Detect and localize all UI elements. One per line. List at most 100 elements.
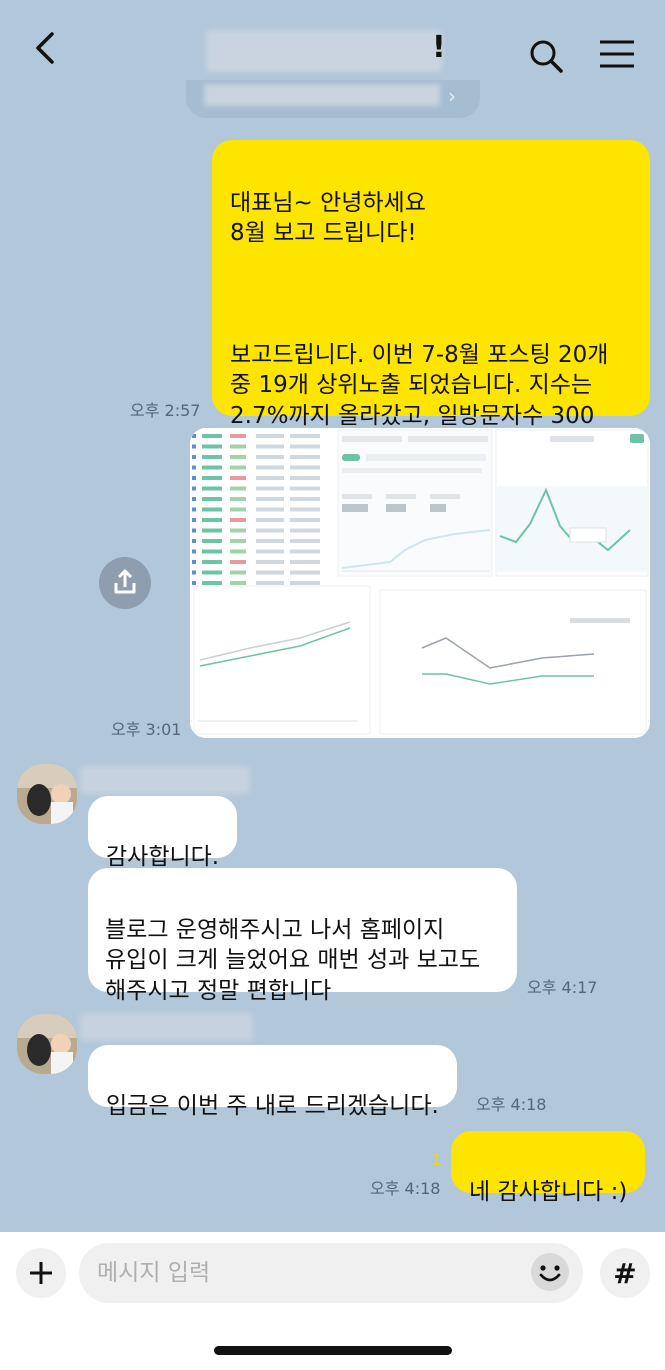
analytics-screenshot-image: [190, 428, 650, 738]
table-cell: [192, 476, 196, 480]
table-cell: [290, 570, 320, 575]
message-input[interactable]: [79, 1243, 583, 1303]
table-cell: [230, 476, 246, 480]
table-cell: [202, 507, 222, 512]
chat-title-suffix: !: [432, 30, 446, 65]
image-attachment[interactable]: [190, 428, 650, 738]
chat-title-redacted: [206, 30, 442, 72]
table-cell: [192, 465, 196, 470]
table-cell: [202, 570, 222, 575]
table-cell: [256, 549, 284, 554]
table-cell: [290, 518, 320, 522]
hamburger-menu-icon: [600, 40, 634, 68]
table-cell: [256, 539, 284, 543]
back-arrow-icon: [36, 32, 54, 64]
table-cell: [192, 518, 196, 522]
plus-icon: [30, 1262, 52, 1284]
table-cell: [230, 444, 246, 449]
table-cell: [290, 581, 320, 585]
table-cell: [230, 581, 246, 585]
table-cell: [230, 570, 246, 575]
received-message-bubble[interactable]: 블로그 운영해주시고 나서 홈페이지 유입이 크게 늘었어요 매번 성과 보고도…: [88, 868, 517, 1004]
share-icon: [114, 569, 136, 594]
message-text: 감사합니다.: [106, 843, 220, 870]
table-cell: [230, 486, 246, 491]
table-cell: [290, 507, 320, 512]
table-cell: [202, 444, 222, 449]
back-button[interactable]: [28, 28, 68, 68]
table-cell: [230, 539, 246, 543]
menu-button[interactable]: [598, 38, 636, 70]
table-cell: [230, 518, 246, 522]
received-message-bubble[interactable]: 입금은 이번 주 내로 드리겠습니다.: [88, 1045, 457, 1119]
table-cell: [192, 528, 196, 533]
received-message-bubble[interactable]: 감사합니다.: [88, 796, 238, 870]
message-text: 대표님~ 안녕하세요 8월 보고 드립니다!: [230, 189, 426, 247]
table-cell: [256, 486, 284, 491]
table-cell: [192, 486, 196, 491]
table-cell: [230, 560, 246, 564]
table-cell: [202, 539, 222, 543]
notice-chevron-icon: ›: [448, 84, 456, 108]
table-cell: [290, 434, 320, 438]
table-cell: [290, 497, 320, 501]
search-button[interactable]: [528, 38, 564, 74]
emoji-icon: [531, 1253, 569, 1291]
share-button[interactable]: [99, 557, 151, 609]
table-cell: [256, 518, 284, 522]
message-text: 입금은 이번 주 내로 드리겠습니다.: [106, 1092, 439, 1119]
table-cell: [192, 539, 196, 543]
notice-text-redacted: [204, 84, 440, 106]
table-cell: [192, 434, 196, 438]
attach-button[interactable]: [16, 1248, 66, 1298]
sent-message-bubble[interactable]: 대표님~ 안녕하세요 8월 보고 드립니다! 보고드립니다. 이번 7-8월 포…: [212, 140, 650, 490]
table-cell: [230, 465, 246, 470]
table-cell: [192, 549, 196, 554]
message-timestamp: 오후 2:57: [130, 401, 201, 420]
table-cell: [202, 528, 222, 533]
table-cell: [256, 444, 284, 449]
table-cell: [256, 581, 284, 585]
table-cell: [192, 560, 196, 564]
table-cell: [230, 507, 246, 512]
table-cell: [202, 497, 222, 501]
table-cell: [202, 560, 222, 564]
table-cell: [290, 560, 320, 564]
home-indicator: [214, 1346, 452, 1355]
message-text: 블로그 운영해주시고 나서 홈페이지 유입이 크게 늘었어요 매번 성과 보고도…: [105, 916, 481, 1004]
table-cell: [192, 570, 196, 575]
table-cell: [256, 455, 284, 459]
message-timestamp: 오후 4:17: [527, 978, 598, 997]
table-cell: [192, 581, 196, 585]
table-cell: [290, 539, 320, 543]
table-cell: [202, 581, 222, 585]
table-cell: [230, 497, 246, 501]
avatar[interactable]: [17, 764, 77, 824]
table-cell: [192, 444, 196, 449]
table-cell: [202, 476, 222, 480]
profile-photo: [17, 1014, 77, 1074]
sent-message-bubble[interactable]: 네 감사합니다 :): [451, 1131, 646, 1205]
sender-name-redacted: [80, 1013, 253, 1041]
message-text: 네 감사합니다 :): [469, 1178, 628, 1205]
table-cell: [202, 518, 222, 522]
avatar[interactable]: [17, 1014, 77, 1074]
table-cell: [290, 476, 320, 480]
table-cell: [202, 486, 222, 491]
table-cell: [256, 497, 284, 501]
table-cell: [192, 455, 196, 459]
hashtag-search-button[interactable]: #: [600, 1248, 650, 1298]
table-cell: [256, 507, 284, 512]
table-cell: [192, 507, 196, 512]
message-timestamp: 오후 4:18: [476, 1095, 547, 1114]
profile-photo: [17, 764, 77, 824]
table-cell: [256, 560, 284, 564]
table-cell: [230, 528, 246, 533]
table-cell: [230, 434, 246, 438]
table-cell: [256, 570, 284, 575]
hash-icon: #: [613, 1256, 637, 1290]
table-cell: [230, 549, 246, 554]
table-cell: [290, 465, 320, 470]
table-cell: [290, 549, 320, 554]
emoji-button[interactable]: [528, 1250, 572, 1294]
